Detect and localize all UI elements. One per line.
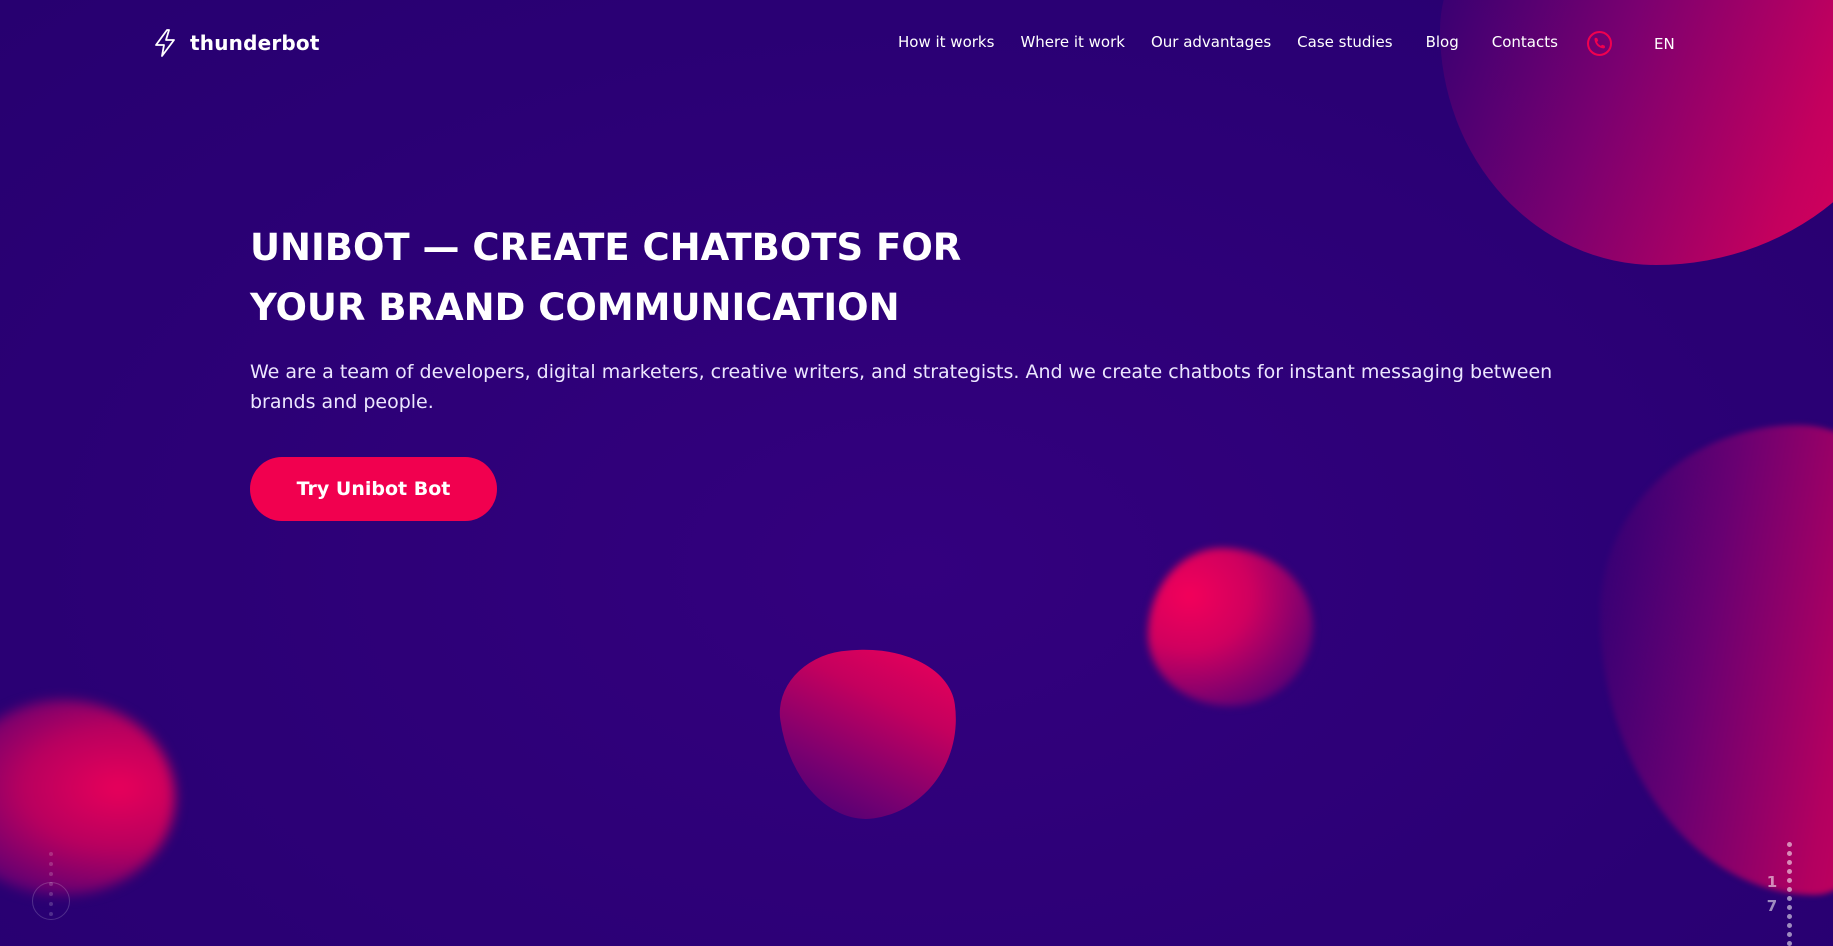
lightning-bolt-icon: [152, 28, 178, 58]
logo-link[interactable]: thunderbot: [152, 28, 320, 58]
hero-description: We are a team of developers, digital mar…: [250, 361, 1553, 413]
pager-total: 7: [1766, 897, 1778, 915]
phone-icon[interactable]: [1586, 30, 1613, 57]
decorative-blob-mid-right: [1148, 548, 1313, 706]
hero-title: UNIBOT — CREATE CHATBOTS FOR YOUR BRAND …: [250, 218, 1150, 338]
scroll-indicator[interactable]: [31, 852, 71, 922]
main-nav: How it works Where it work Our advantage…: [898, 33, 1558, 51]
nav-item-case-studies[interactable]: Case studies: [1297, 33, 1392, 51]
try-unibot-button[interactable]: Try Unibot Bot: [250, 457, 497, 521]
nav-item-blog[interactable]: Blog: [1426, 33, 1459, 51]
language-switcher[interactable]: EN: [1654, 35, 1675, 53]
nav-item-our-advantages[interactable]: Our advantages: [1151, 33, 1271, 51]
decorative-blob-right: [1600, 425, 1833, 895]
nav-item-how-it-works[interactable]: How it works: [898, 33, 994, 51]
pager-current: 1: [1766, 873, 1778, 891]
hero-title-line-2: YOUR BRAND COMMUNICATION: [250, 286, 900, 329]
decorative-blob-center: [772, 636, 969, 830]
nav-item-contacts[interactable]: Contacts: [1492, 33, 1558, 51]
landing-page: thunderbot How it works Where it work Ou…: [0, 0, 1833, 946]
nav-item-where-it-work[interactable]: Where it work: [1020, 33, 1125, 51]
decorative-blob-left: [0, 700, 175, 895]
site-header: thunderbot How it works Where it work Ou…: [0, 0, 1833, 88]
hero-title-line-1: UNIBOT — CREATE CHATBOTS FOR: [250, 226, 962, 269]
pager-dots[interactable]: [1787, 842, 1792, 946]
slide-pager: 1 7: [1762, 870, 1782, 918]
brand-name: thunderbot: [190, 31, 320, 55]
scroll-circle-icon: [32, 882, 70, 920]
